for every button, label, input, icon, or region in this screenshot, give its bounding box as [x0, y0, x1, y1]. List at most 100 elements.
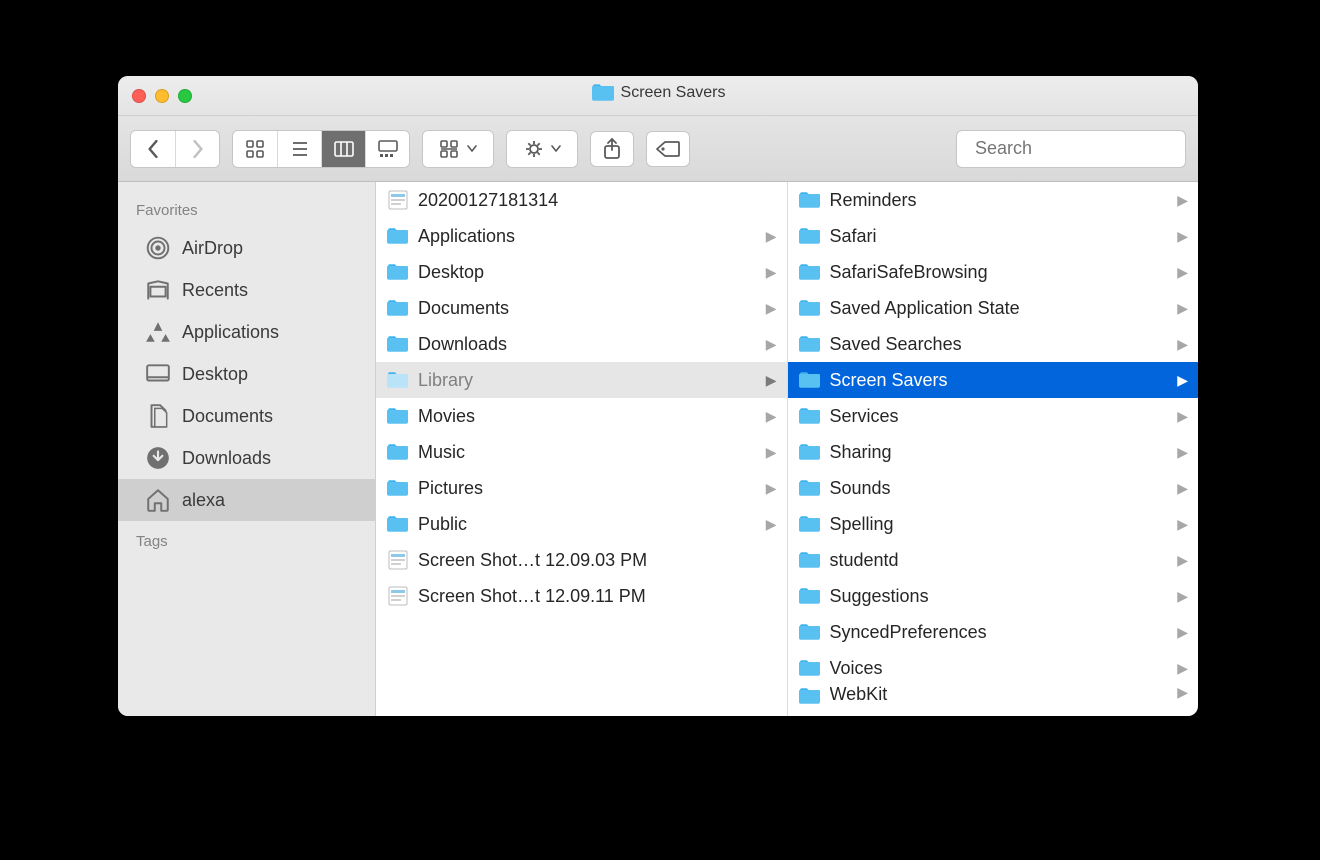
disclosure-arrow-icon: ▶	[1177, 480, 1188, 497]
item-label: Suggestions	[830, 586, 1170, 607]
chevron-right-icon	[191, 140, 205, 158]
folder-icon	[386, 332, 410, 356]
titlebar: Screen Savers	[118, 76, 1198, 116]
view-switch	[232, 130, 410, 168]
airdrop-icon	[144, 235, 172, 261]
action-menu-button[interactable]	[507, 131, 577, 167]
view-columns-button[interactable]	[321, 131, 365, 167]
desktop-icon	[144, 361, 172, 387]
group-by	[422, 130, 494, 168]
item-documents[interactable]: Documents ▶	[376, 290, 787, 326]
item-spelling[interactable]: Spelling▶	[788, 506, 1199, 542]
sidebar-item-label: alexa	[182, 490, 225, 511]
recents-icon	[144, 277, 172, 303]
folder-icon	[798, 188, 822, 212]
item-movies[interactable]: Movies▶	[376, 398, 787, 434]
item-suggestions[interactable]: Suggestions▶	[788, 578, 1199, 614]
folder-icon	[798, 404, 822, 428]
item-library[interactable]: Library▶	[376, 362, 787, 398]
item-desktop[interactable]: Desktop▶	[376, 254, 787, 290]
item-label: 20200127181314	[418, 190, 777, 211]
back-button[interactable]	[131, 131, 175, 167]
folder-icon	[798, 584, 822, 608]
chevron-down-icon	[551, 145, 561, 153]
folder-icon	[798, 548, 822, 572]
item-sharing[interactable]: Sharing▶	[788, 434, 1199, 470]
finder-window: Screen Savers	[118, 76, 1198, 716]
item-webkit[interactable]: WebKit▶	[788, 686, 1199, 714]
zoom-button[interactable]	[178, 89, 192, 103]
item-reminders[interactable]: Reminders▶	[788, 182, 1199, 218]
documents-icon	[144, 403, 172, 429]
folder-icon	[798, 296, 822, 320]
item-label: SafariSafeBrowsing	[830, 262, 1170, 283]
item-syncedpreferences[interactable]: SyncedPreferences▶	[788, 614, 1199, 650]
item-public[interactable]: Public▶	[376, 506, 787, 542]
view-icons-button[interactable]	[233, 131, 277, 167]
item-screen-savers[interactable]: Screen Savers ▶	[788, 362, 1199, 398]
folder-icon	[386, 404, 410, 428]
disclosure-arrow-icon: ▶	[1177, 372, 1188, 389]
disclosure-arrow-icon: ▶	[1177, 264, 1188, 281]
item-studentd[interactable]: studentd ▶	[788, 542, 1199, 578]
sidebar-item-applications[interactable]: Applications	[118, 311, 375, 353]
item-label: Documents	[418, 298, 758, 319]
disclosure-arrow-icon: ▶	[1177, 192, 1188, 209]
folder-icon	[798, 512, 822, 536]
folder-icon	[798, 476, 822, 500]
sidebar-item-airdrop[interactable]: AirDrop	[118, 227, 375, 269]
item-music[interactable]: Music▶	[376, 434, 787, 470]
sidebar-item-downloads[interactable]: Downloads	[118, 437, 375, 479]
sidebar-item-alexa[interactable]: alexa	[118, 479, 375, 521]
item-saved-application-state[interactable]: Saved Application State▶	[788, 290, 1199, 326]
action-menu-group	[506, 130, 578, 168]
item-safarisafebrowsing[interactable]: SafariSafeBrowsing ▶	[788, 254, 1199, 290]
group-by-button[interactable]	[423, 131, 493, 167]
folder-icon	[386, 296, 410, 320]
folder-icon	[386, 440, 410, 464]
item-applications[interactable]: Applications▶	[376, 218, 787, 254]
forward-button[interactable]	[175, 131, 219, 167]
item-sounds[interactable]: Sounds▶	[788, 470, 1199, 506]
title-folder-icon	[591, 81, 615, 105]
sidebar-item-documents[interactable]: Documents	[118, 395, 375, 437]
downloads-icon	[144, 445, 172, 471]
sidebar-item-desktop[interactable]: Desktop	[118, 353, 375, 395]
view-list-button[interactable]	[277, 131, 321, 167]
view-gallery-button[interactable]	[365, 131, 409, 167]
chevron-down-icon	[467, 145, 477, 153]
item-services[interactable]: Services▶	[788, 398, 1199, 434]
item-label: studentd	[830, 550, 1170, 571]
home-icon	[144, 487, 172, 513]
grid-icon	[245, 139, 265, 159]
disclosure-arrow-icon: ▶	[766, 372, 777, 389]
item-saved-searches[interactable]: Saved Searches▶	[788, 326, 1199, 362]
search-input[interactable]	[975, 138, 1198, 159]
item-screenshot-2[interactable]: Screen Shot…t 12.09.11 PM	[376, 578, 787, 614]
tags-button[interactable]	[646, 131, 690, 167]
disclosure-arrow-icon: ▶	[1177, 552, 1188, 569]
share-button[interactable]	[590, 131, 634, 167]
close-button[interactable]	[132, 89, 146, 103]
folder-icon	[798, 620, 822, 644]
item-screenshot-1[interactable]: Screen Shot…t 12.09.03 PM	[376, 542, 787, 578]
search-field[interactable]	[956, 130, 1186, 168]
disclosure-arrow-icon: ▶	[766, 300, 777, 317]
item-safari[interactable]: Safari▶	[788, 218, 1199, 254]
item-label: Screen Savers	[830, 370, 1170, 391]
traffic-lights	[118, 89, 192, 103]
file-icon	[386, 188, 410, 212]
folder-icon	[386, 368, 410, 392]
item-label: SyncedPreferences	[830, 622, 1170, 643]
minimize-button[interactable]	[155, 89, 169, 103]
disclosure-arrow-icon: ▶	[1177, 444, 1188, 461]
item-20200127181314[interactable]: 20200127181314	[376, 182, 787, 218]
columns: 20200127181314 Applications▶ Desktop▶ Do…	[376, 182, 1198, 716]
folder-icon	[798, 332, 822, 356]
disclosure-arrow-icon: ▶	[1177, 660, 1188, 677]
sidebar-item-recents[interactable]: Recents	[118, 269, 375, 311]
item-downloads[interactable]: Downloads▶	[376, 326, 787, 362]
item-pictures[interactable]: Pictures▶	[376, 470, 787, 506]
disclosure-arrow-icon: ▶	[766, 480, 777, 497]
item-voices[interactable]: Voices▶	[788, 650, 1199, 686]
